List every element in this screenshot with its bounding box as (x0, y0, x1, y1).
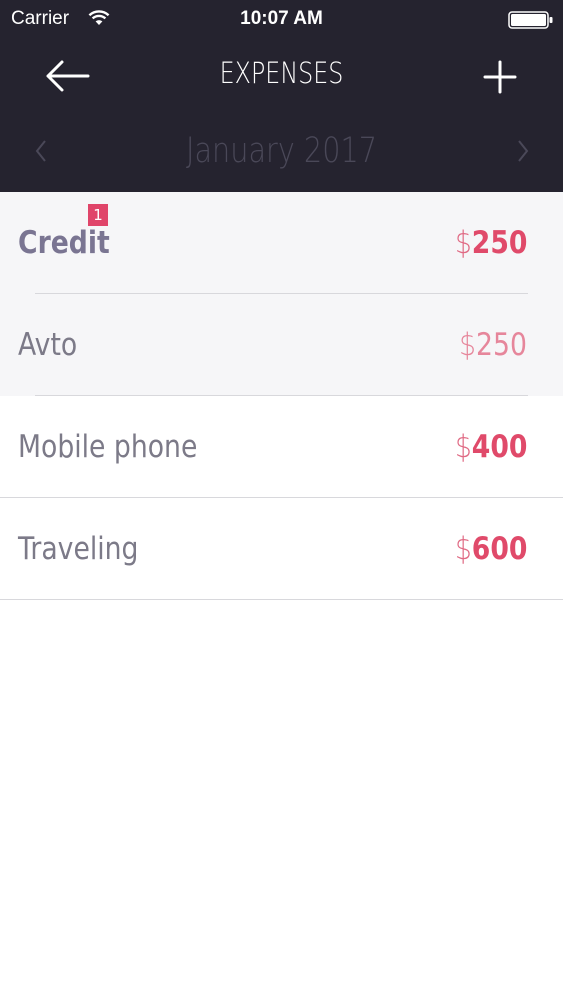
expense-amount: $400 (454, 429, 527, 465)
status-bar: Carrier 10:07 AM (0, 0, 563, 38)
amount-value: 250 (476, 327, 527, 363)
currency-symbol: $ (459, 327, 477, 363)
expense-name: Mobile phone (18, 429, 198, 465)
next-month-button[interactable] (508, 135, 536, 167)
add-expense-button[interactable] (478, 54, 522, 98)
status-time: 10:07 AM (240, 8, 323, 29)
battery-icon (508, 11, 553, 29)
amount-value: 600 (471, 531, 527, 567)
month-selector: January 2017 (0, 125, 563, 177)
expense-amount: $250 (459, 327, 527, 363)
expense-name: Avto (18, 327, 78, 363)
currency-symbol: $ (454, 429, 472, 465)
expense-row-traveling[interactable]: Traveling $600 (0, 498, 563, 600)
month-label: January 2017 (186, 131, 377, 171)
currency-symbol: $ (454, 531, 472, 567)
notification-badge: 1 (88, 204, 108, 226)
expense-list: Credit 1 $250 Avto $250 Mobile phone $40… (0, 192, 563, 600)
expense-amount: $250 (454, 225, 527, 261)
expense-amount: $600 (454, 531, 527, 567)
page-title: EXPENSES (219, 56, 344, 90)
expense-name: Credit (18, 225, 110, 261)
row-divider (0, 599, 563, 600)
expense-row-mobile-phone[interactable]: Mobile phone $400 (0, 396, 563, 498)
expense-row-avto[interactable]: Avto $250 (0, 294, 563, 396)
header: Carrier 10:07 AM EXPENSES January 2017 (0, 0, 563, 192)
amount-value: 250 (471, 225, 527, 261)
expense-row-credit[interactable]: Credit 1 $250 (0, 192, 563, 294)
chevron-right-icon (518, 140, 529, 162)
amount-value: 400 (471, 429, 527, 465)
nav-bar: EXPENSES (0, 50, 563, 102)
expense-name: Traveling (18, 531, 139, 567)
plus-icon (483, 60, 517, 94)
currency-symbol: $ (454, 225, 472, 261)
